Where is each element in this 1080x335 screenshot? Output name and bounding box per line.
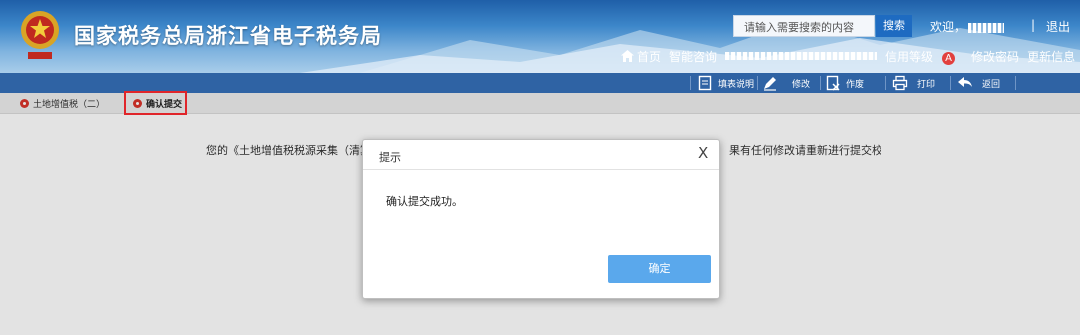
logout-link[interactable]: 退出	[1046, 18, 1070, 35]
highlight-frame	[124, 91, 187, 115]
print-label: 打印	[917, 79, 936, 90]
toolbar-divider	[1015, 76, 1016, 90]
nav-change-password[interactable]: 修改密码	[971, 48, 1019, 65]
masked-company-name	[725, 52, 878, 60]
void-document-icon	[826, 75, 840, 91]
nav-update-info[interactable]: 更新信息	[1027, 48, 1075, 65]
toolbar-divider	[885, 76, 886, 90]
ok-button[interactable]: 确定	[608, 255, 711, 283]
credit-badge: A	[942, 51, 956, 65]
modify-label: 修改	[792, 79, 811, 90]
toolbar-divider	[950, 76, 951, 90]
back-arrow-icon	[958, 77, 972, 87]
header-separator: |	[1031, 18, 1036, 32]
nav-smart-consult[interactable]: 智能咨询	[669, 48, 717, 65]
nav-home[interactable]: 首页	[637, 48, 661, 65]
credit-level-label: 信用等级	[885, 49, 934, 64]
void-button[interactable]: 作废	[825, 73, 864, 93]
back-button[interactable]: 返回	[957, 73, 1000, 93]
fill-instructions-button[interactable]: 填表说明	[697, 73, 754, 93]
document-icon	[698, 75, 712, 91]
void-label: 作废	[846, 79, 865, 90]
modify-button[interactable]: 修改	[762, 73, 810, 93]
toolbar-divider	[690, 76, 691, 90]
search-button[interactable]: 搜索	[876, 15, 912, 37]
home-icon	[621, 50, 634, 62]
welcome-label: 欢迎，	[930, 20, 967, 34]
site-title: 国家税务总局浙江省电子税务局	[74, 24, 382, 48]
printer-icon	[892, 75, 908, 91]
back-label: 返回	[982, 79, 1001, 90]
dialog-message: 确认提交成功。	[386, 195, 463, 208]
print-button[interactable]: 打印	[892, 73, 935, 93]
close-icon[interactable]: X	[698, 145, 708, 161]
masked-username	[968, 22, 1005, 33]
toolbar-divider	[820, 76, 821, 90]
toolbar-divider	[757, 76, 758, 90]
dialog-title: 提示	[379, 151, 401, 164]
dialog-header: 提示 X	[363, 140, 719, 170]
site-header: 国家税务总局浙江省电子税务局 请输入需要搜索的内容 搜索 欢迎， | 退出 首页…	[0, 0, 1080, 73]
search-input[interactable]: 请输入需要搜索的内容	[733, 15, 875, 37]
pencil-icon	[764, 77, 776, 91]
top-nav: 首页 智能咨询 信用等级 A 修改密码 更新信息	[621, 47, 1080, 65]
fill-instructions-label: 填表说明	[718, 79, 755, 90]
welcome-text: 欢迎，	[930, 18, 1006, 35]
nav-credit-level[interactable]: 信用等级 A	[885, 48, 963, 65]
action-toolbar: 填表说明 修改 作废 打印 返回	[0, 73, 1080, 93]
tax-emblem-icon	[21, 11, 59, 59]
success-dialog: 提示 X 确认提交成功。 确定	[362, 139, 720, 299]
